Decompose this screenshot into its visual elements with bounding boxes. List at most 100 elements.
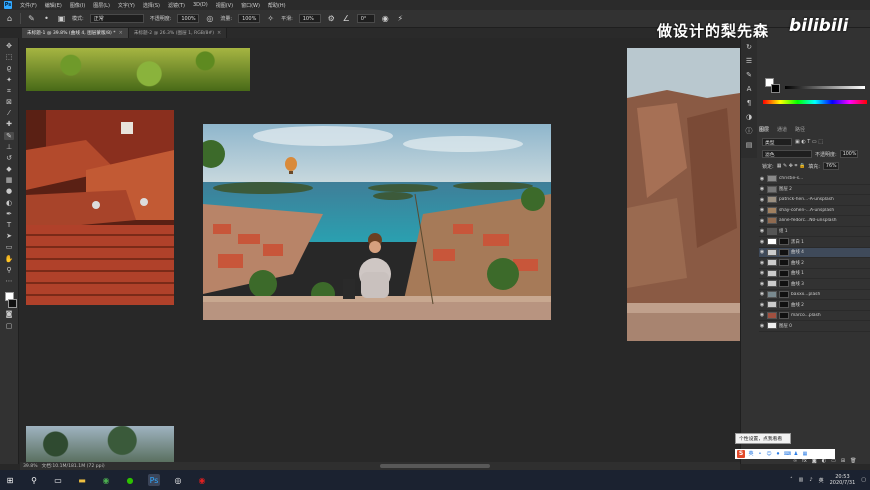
menu-type[interactable]: 文字(Y) bbox=[118, 2, 135, 9]
move-tool-icon[interactable]: ✥ bbox=[4, 42, 14, 51]
tab-paths[interactable]: 路径 bbox=[795, 126, 805, 133]
search-icon[interactable]: ⚲ bbox=[28, 474, 40, 486]
eye-icon[interactable]: ◉ bbox=[759, 239, 765, 245]
windows-start-icon[interactable]: ⊞ bbox=[4, 474, 16, 486]
menu-help[interactable]: 帮助(H) bbox=[268, 2, 286, 9]
clock[interactable]: 20:53 2020/7/31 bbox=[830, 474, 856, 486]
chinese-mode-icon[interactable]: 英 bbox=[748, 451, 754, 457]
menu-filter[interactable]: 滤镜(T) bbox=[168, 2, 185, 9]
menu-layer[interactable]: 图层(L) bbox=[93, 2, 110, 9]
trash-icon[interactable]: 🗑 bbox=[850, 458, 856, 464]
brush-tool-icon[interactable]: ✎ bbox=[4, 131, 14, 141]
eyedropper-tool-icon[interactable]: ⁄ bbox=[4, 109, 14, 118]
crop-tool-icon[interactable]: ⌗ bbox=[4, 87, 14, 96]
task-view-icon[interactable]: ▭ bbox=[52, 474, 64, 486]
layer-row[interactable]: ◉ 黑白 1 bbox=[759, 237, 870, 248]
brush-icon[interactable]: ✎ bbox=[27, 14, 36, 23]
menu-3d[interactable]: 3D(D) bbox=[193, 2, 208, 8]
notification-icon[interactable]: ▢ bbox=[861, 477, 866, 483]
layer-thumbnail[interactable] bbox=[767, 311, 777, 319]
mode-select[interactable]: 正常 bbox=[89, 14, 144, 23]
layer-mask-thumbnail[interactable] bbox=[779, 290, 789, 298]
eye-icon[interactable]: ◉ bbox=[759, 323, 765, 329]
hand-tool-icon[interactable]: ✋ bbox=[4, 255, 14, 264]
horizontal-scrollbar[interactable] bbox=[380, 464, 490, 468]
eye-icon[interactable]: ◉ bbox=[759, 291, 765, 297]
eye-icon[interactable]: ◉ bbox=[759, 228, 765, 234]
eye-icon[interactable]: ◉ bbox=[759, 302, 765, 308]
brush-preset-icon[interactable]: • bbox=[42, 14, 51, 23]
layer-thumbnail[interactable] bbox=[767, 269, 777, 277]
eye-icon[interactable]: ◉ bbox=[759, 281, 765, 287]
menu-window[interactable]: 窗口(W) bbox=[241, 2, 260, 9]
voice-icon[interactable]: ⏺ bbox=[775, 451, 781, 457]
smoothing-field[interactable]: 10% bbox=[298, 14, 321, 23]
blur-tool-icon[interactable]: ● bbox=[4, 187, 14, 196]
browser-icon[interactable]: ◉ bbox=[100, 474, 112, 486]
document-info[interactable]: 文档:10.1M/181.1M (72 ppi) bbox=[42, 463, 105, 469]
new-layer-icon[interactable]: ⊞ bbox=[841, 458, 845, 464]
menu-image[interactable]: 图像(I) bbox=[70, 2, 85, 9]
eye-icon[interactable]: ◉ bbox=[759, 249, 765, 255]
eye-icon[interactable]: ◉ bbox=[759, 207, 765, 213]
input-method-icon[interactable]: 英 bbox=[819, 477, 824, 484]
file-explorer-icon[interactable]: ▬ bbox=[76, 474, 88, 486]
background-color-swatch[interactable] bbox=[771, 84, 780, 93]
home-icon[interactable]: ⌂ bbox=[5, 14, 14, 23]
layer-mask-thumbnail[interactable] bbox=[779, 301, 789, 309]
tab-layers[interactable]: 图层 bbox=[759, 126, 769, 133]
properties-icon[interactable]: ☰ bbox=[745, 57, 754, 66]
close-icon[interactable]: × bbox=[217, 30, 221, 36]
layer-row[interactable]: ◉ 曲线 4 bbox=[759, 247, 870, 258]
opacity-field[interactable]: 100% bbox=[177, 14, 200, 23]
quick-mask-icon[interactable]: ◙ bbox=[4, 310, 14, 319]
flow-field[interactable]: 100% bbox=[238, 14, 261, 23]
frame-tool-icon[interactable]: ⊠ bbox=[4, 98, 14, 107]
marquee-tool-icon[interactable]: ⬚ bbox=[4, 53, 14, 62]
layer-thumbnail[interactable] bbox=[767, 185, 777, 193]
dodge-tool-icon[interactable]: ◐ bbox=[4, 199, 14, 208]
menu-edit[interactable]: 编辑(E) bbox=[45, 2, 62, 9]
layer-row[interactable]: ◉ 图层 2 bbox=[759, 185, 870, 195]
pressure-size-icon[interactable]: ◉ bbox=[381, 14, 390, 23]
healing-tool-icon[interactable]: ✚ bbox=[4, 120, 14, 129]
layer-thumbnail[interactable] bbox=[767, 217, 777, 225]
path-select-tool-icon[interactable]: ➤ bbox=[4, 232, 14, 241]
blend-mode-select[interactable]: 滤色 bbox=[762, 150, 812, 158]
layer-mask-thumbnail[interactable] bbox=[779, 269, 789, 277]
layer-thumbnail[interactable] bbox=[767, 175, 777, 183]
layer-row[interactable]: ◉ 曲线 3 bbox=[759, 279, 870, 290]
layer-row[interactable]: ◉ christie-s... bbox=[759, 174, 870, 185]
layer-opacity-field[interactable]: 100% bbox=[839, 150, 858, 158]
layer-thumbnail[interactable] bbox=[767, 301, 777, 309]
menu-file[interactable]: 文件(F) bbox=[20, 2, 37, 9]
history-icon[interactable]: ↻ bbox=[745, 43, 754, 52]
layer-mask-thumbnail[interactable] bbox=[779, 259, 789, 267]
layer-thumbnail[interactable] bbox=[767, 196, 777, 204]
keyboard-icon[interactable]: ⌨ bbox=[784, 451, 791, 457]
app-icon[interactable]: ◎ bbox=[172, 474, 184, 486]
eye-icon[interactable]: ◉ bbox=[759, 218, 765, 224]
adjustments-icon[interactable]: ◑ bbox=[745, 113, 754, 122]
menu-view[interactable]: 视图(V) bbox=[216, 2, 233, 9]
layer-row[interactable]: ◉ shay-cohen-...A-unsplash bbox=[759, 206, 870, 216]
layer-thumbnail[interactable] bbox=[767, 322, 777, 330]
layer-thumbnail[interactable] bbox=[767, 290, 777, 298]
layer-filter-select[interactable]: 类型 bbox=[762, 138, 792, 146]
airbrush-icon[interactable]: ✧ bbox=[266, 14, 275, 23]
zoom-level[interactable]: 39.8% bbox=[23, 464, 38, 469]
more-tools-icon[interactable]: ⋯ bbox=[4, 277, 14, 286]
lock-icons[interactable]: ▦ ✎ ✥ ⌗ 🔒 bbox=[777, 163, 806, 169]
background-color-swatch[interactable] bbox=[7, 298, 17, 308]
punctuation-icon[interactable]: • bbox=[757, 451, 763, 457]
layer-row[interactable]: ◉ 曲线 2 bbox=[759, 300, 870, 311]
eye-icon[interactable]: ◉ bbox=[759, 197, 765, 203]
tab-document-1[interactable]: 未标题-1 @ 39.8% (曲线 4, 图层蒙版/8) * × bbox=[22, 28, 129, 38]
layer-row[interactable]: ◉ 图层 0 bbox=[759, 321, 870, 332]
wechat-icon[interactable]: ● bbox=[124, 474, 136, 486]
eye-icon[interactable]: ◉ bbox=[759, 312, 765, 318]
layer-row[interactable]: ◉ 曲线 1 bbox=[759, 269, 870, 279]
brush-panel-icon[interactable]: ✎ bbox=[745, 71, 754, 80]
eye-icon[interactable]: ◉ bbox=[759, 186, 765, 192]
fill-field[interactable]: 76% bbox=[822, 162, 839, 170]
